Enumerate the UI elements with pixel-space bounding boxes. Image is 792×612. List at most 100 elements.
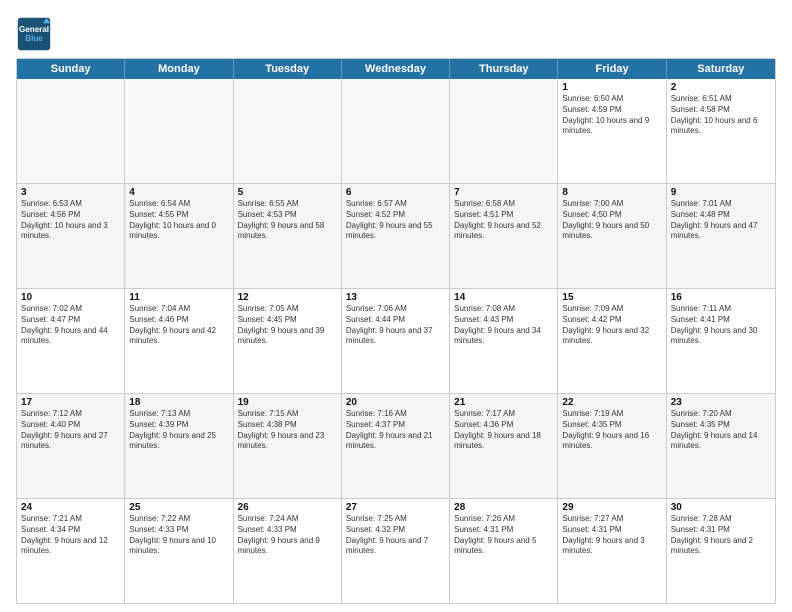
daylight-hours: Sunrise: 7:09 AM Sunset: 4:42 PM Dayligh… (562, 304, 661, 347)
day-number: 10 (21, 292, 120, 303)
day-number: 22 (562, 397, 661, 408)
daylight-hours: Sunrise: 7:20 AM Sunset: 4:35 PM Dayligh… (671, 409, 771, 452)
day-cell: 14Sunrise: 7:08 AM Sunset: 4:43 PM Dayli… (450, 289, 558, 393)
daylight-hours: Sunrise: 7:02 AM Sunset: 4:47 PM Dayligh… (21, 304, 120, 347)
day-cell: 3Sunrise: 6:53 AM Sunset: 4:56 PM Daylig… (17, 184, 125, 288)
day-cell: 20Sunrise: 7:16 AM Sunset: 4:37 PM Dayli… (342, 394, 450, 498)
daylight-hours: Sunrise: 7:27 AM Sunset: 4:31 PM Dayligh… (562, 514, 661, 557)
day-number: 3 (21, 187, 120, 198)
weekday-header: Saturday (667, 59, 775, 79)
day-cell: 13Sunrise: 7:06 AM Sunset: 4:44 PM Dayli… (342, 289, 450, 393)
daylight-hours: Sunrise: 6:58 AM Sunset: 4:51 PM Dayligh… (454, 199, 553, 242)
day-number: 27 (346, 502, 445, 513)
day-cell: 7Sunrise: 6:58 AM Sunset: 4:51 PM Daylig… (450, 184, 558, 288)
day-number: 2 (671, 82, 771, 93)
daylight-hours: Sunrise: 7:28 AM Sunset: 4:31 PM Dayligh… (671, 514, 771, 557)
day-number: 20 (346, 397, 445, 408)
day-cell: 25Sunrise: 7:22 AM Sunset: 4:33 PM Dayli… (125, 499, 233, 603)
calendar-row: 17Sunrise: 7:12 AM Sunset: 4:40 PM Dayli… (17, 393, 775, 498)
daylight-hours: Sunrise: 7:13 AM Sunset: 4:39 PM Dayligh… (129, 409, 228, 452)
day-number: 6 (346, 187, 445, 198)
day-number: 21 (454, 397, 553, 408)
daylight-hours: Sunrise: 7:21 AM Sunset: 4:34 PM Dayligh… (21, 514, 120, 557)
day-number: 28 (454, 502, 553, 513)
day-cell: 9Sunrise: 7:01 AM Sunset: 4:48 PM Daylig… (667, 184, 775, 288)
day-number: 5 (238, 187, 337, 198)
day-cell: 22Sunrise: 7:19 AM Sunset: 4:35 PM Dayli… (558, 394, 666, 498)
daylight-hours: Sunrise: 7:00 AM Sunset: 4:50 PM Dayligh… (562, 199, 661, 242)
calendar-row: 24Sunrise: 7:21 AM Sunset: 4:34 PM Dayli… (17, 498, 775, 603)
day-cell: 23Sunrise: 7:20 AM Sunset: 4:35 PM Dayli… (667, 394, 775, 498)
daylight-hours: Sunrise: 6:54 AM Sunset: 4:55 PM Dayligh… (129, 199, 228, 242)
calendar-row: 10Sunrise: 7:02 AM Sunset: 4:47 PM Dayli… (17, 288, 775, 393)
daylight-hours: Sunrise: 7:17 AM Sunset: 4:36 PM Dayligh… (454, 409, 553, 452)
daylight-hours: Sunrise: 7:22 AM Sunset: 4:33 PM Dayligh… (129, 514, 228, 557)
header: General Blue (16, 12, 776, 52)
empty-cell (17, 79, 125, 183)
weekday-header: Monday (125, 59, 233, 79)
daylight-hours: Sunrise: 7:11 AM Sunset: 4:41 PM Dayligh… (671, 304, 771, 347)
empty-cell (125, 79, 233, 183)
day-cell: 12Sunrise: 7:05 AM Sunset: 4:45 PM Dayli… (234, 289, 342, 393)
daylight-hours: Sunrise: 7:04 AM Sunset: 4:46 PM Dayligh… (129, 304, 228, 347)
logo: General Blue (16, 16, 52, 52)
day-number: 9 (671, 187, 771, 198)
calendar-body: 1Sunrise: 6:50 AM Sunset: 4:59 PM Daylig… (17, 79, 775, 603)
calendar: SundayMondayTuesdayWednesdayThursdayFrid… (16, 58, 776, 604)
day-cell: 15Sunrise: 7:09 AM Sunset: 4:42 PM Dayli… (558, 289, 666, 393)
day-cell: 17Sunrise: 7:12 AM Sunset: 4:40 PM Dayli… (17, 394, 125, 498)
day-number: 12 (238, 292, 337, 303)
day-cell: 27Sunrise: 7:25 AM Sunset: 4:32 PM Dayli… (342, 499, 450, 603)
svg-text:General: General (19, 25, 49, 34)
daylight-hours: Sunrise: 7:16 AM Sunset: 4:37 PM Dayligh… (346, 409, 445, 452)
day-number: 17 (21, 397, 120, 408)
daylight-hours: Sunrise: 7:15 AM Sunset: 4:38 PM Dayligh… (238, 409, 337, 452)
day-number: 23 (671, 397, 771, 408)
daylight-hours: Sunrise: 6:57 AM Sunset: 4:52 PM Dayligh… (346, 199, 445, 242)
daylight-hours: Sunrise: 7:12 AM Sunset: 4:40 PM Dayligh… (21, 409, 120, 452)
daylight-hours: Sunrise: 7:05 AM Sunset: 4:45 PM Dayligh… (238, 304, 337, 347)
day-number: 18 (129, 397, 228, 408)
day-cell: 4Sunrise: 6:54 AM Sunset: 4:55 PM Daylig… (125, 184, 233, 288)
day-number: 11 (129, 292, 228, 303)
weekday-header: Wednesday (342, 59, 450, 79)
day-number: 15 (562, 292, 661, 303)
daylight-hours: Sunrise: 6:53 AM Sunset: 4:56 PM Dayligh… (21, 199, 120, 242)
day-number: 8 (562, 187, 661, 198)
day-cell: 5Sunrise: 6:55 AM Sunset: 4:53 PM Daylig… (234, 184, 342, 288)
daylight-hours: Sunrise: 7:08 AM Sunset: 4:43 PM Dayligh… (454, 304, 553, 347)
daylight-hours: Sunrise: 6:55 AM Sunset: 4:53 PM Dayligh… (238, 199, 337, 242)
daylight-hours: Sunrise: 7:24 AM Sunset: 4:33 PM Dayligh… (238, 514, 337, 557)
day-cell: 1Sunrise: 6:50 AM Sunset: 4:59 PM Daylig… (558, 79, 666, 183)
calendar-row: 3Sunrise: 6:53 AM Sunset: 4:56 PM Daylig… (17, 183, 775, 288)
day-number: 25 (129, 502, 228, 513)
day-cell: 30Sunrise: 7:28 AM Sunset: 4:31 PM Dayli… (667, 499, 775, 603)
daylight-hours: Sunrise: 7:25 AM Sunset: 4:32 PM Dayligh… (346, 514, 445, 557)
day-number: 14 (454, 292, 553, 303)
daylight-hours: Sunrise: 7:26 AM Sunset: 4:31 PM Dayligh… (454, 514, 553, 557)
day-number: 29 (562, 502, 661, 513)
calendar-row: 1Sunrise: 6:50 AM Sunset: 4:59 PM Daylig… (17, 79, 775, 183)
day-number: 4 (129, 187, 228, 198)
day-number: 1 (562, 82, 661, 93)
weekday-header: Tuesday (234, 59, 342, 79)
day-cell: 21Sunrise: 7:17 AM Sunset: 4:36 PM Dayli… (450, 394, 558, 498)
calendar-header: SundayMondayTuesdayWednesdayThursdayFrid… (17, 59, 775, 79)
day-cell: 24Sunrise: 7:21 AM Sunset: 4:34 PM Dayli… (17, 499, 125, 603)
empty-cell (450, 79, 558, 183)
weekday-header: Sunday (17, 59, 125, 79)
logo-icon: General Blue (16, 16, 52, 52)
day-cell: 8Sunrise: 7:00 AM Sunset: 4:50 PM Daylig… (558, 184, 666, 288)
day-cell: 6Sunrise: 6:57 AM Sunset: 4:52 PM Daylig… (342, 184, 450, 288)
day-cell: 29Sunrise: 7:27 AM Sunset: 4:31 PM Dayli… (558, 499, 666, 603)
day-cell: 16Sunrise: 7:11 AM Sunset: 4:41 PM Dayli… (667, 289, 775, 393)
daylight-hours: Sunrise: 7:01 AM Sunset: 4:48 PM Dayligh… (671, 199, 771, 242)
day-number: 13 (346, 292, 445, 303)
daylight-hours: Sunrise: 7:19 AM Sunset: 4:35 PM Dayligh… (562, 409, 661, 452)
svg-text:Blue: Blue (25, 34, 43, 43)
daylight-hours: Sunrise: 7:06 AM Sunset: 4:44 PM Dayligh… (346, 304, 445, 347)
day-number: 7 (454, 187, 553, 198)
weekday-header: Thursday (450, 59, 558, 79)
day-cell: 2Sunrise: 6:51 AM Sunset: 4:58 PM Daylig… (667, 79, 775, 183)
day-number: 30 (671, 502, 771, 513)
